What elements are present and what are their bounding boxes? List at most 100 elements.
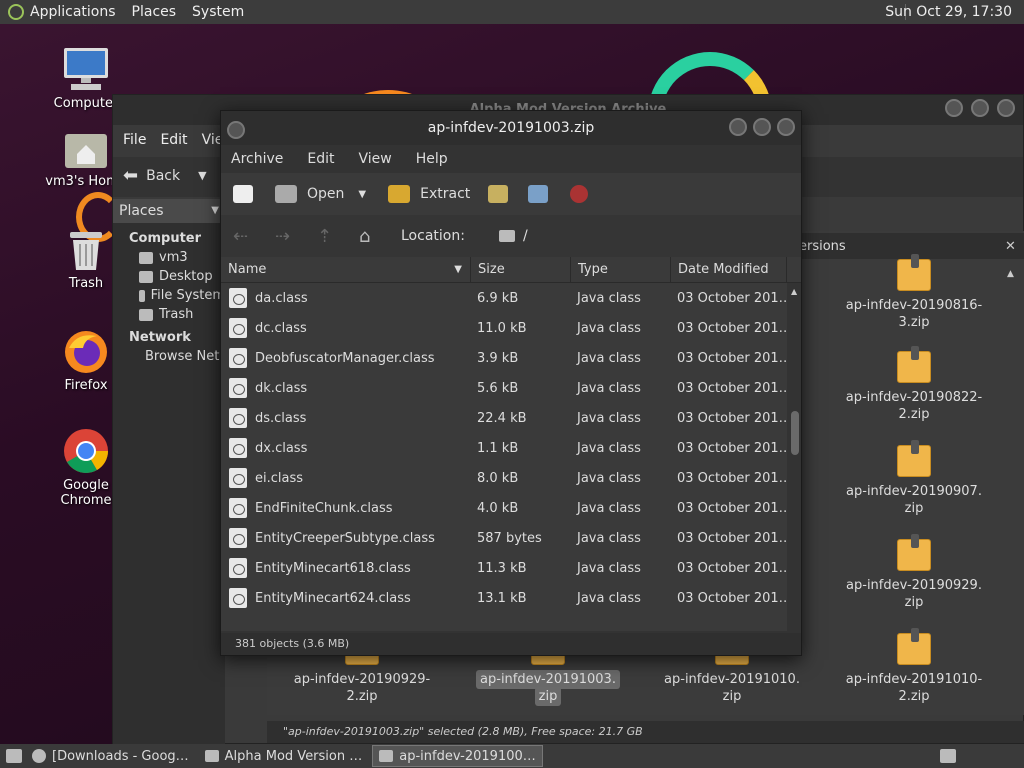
sidebar-item-vm3[interactable]: vm3 (139, 250, 225, 265)
show-desktop-icon[interactable] (6, 749, 22, 763)
add-files-icon[interactable] (488, 185, 509, 203)
cell-name: EntityMinecart618.class (221, 558, 471, 578)
up-arrow-icon[interactable]: ⇡ (317, 226, 359, 247)
table-row[interactable]: ds.class 22.4 kB Java class 03 October 201… (221, 403, 787, 433)
table-row[interactable]: dx.class 1.1 kB Java class 03 October 201… (221, 433, 787, 463)
cell-size: 11.3 kB (477, 560, 527, 576)
table-row[interactable]: ei.class 8.0 kB Java class 03 October 201… (221, 463, 787, 493)
cell-date: 03 October 201… (677, 440, 787, 456)
title-bar[interactable]: ap-infdev-20191003.zip (221, 111, 801, 145)
minimize-button[interactable] (729, 118, 747, 136)
sidebar-item-file-system[interactable]: File System (139, 288, 225, 303)
table-row[interactable]: EntityCreeperSubtype.class 587 bytes Java … (221, 523, 787, 553)
sidebar-item-label: Desktop (159, 269, 213, 284)
zip-file-item[interactable]: ap-infdev-20191010- 2.zip (839, 628, 989, 705)
column-type[interactable]: Type (571, 256, 671, 283)
cell-type: Java class (577, 410, 641, 426)
drive-icon (139, 289, 145, 302)
os-logo-icon[interactable] (8, 4, 24, 20)
location-path[interactable]: / (523, 228, 528, 244)
tab-close-icon[interactable]: ✕ (1005, 239, 1016, 254)
maximize-button[interactable] (753, 118, 771, 136)
sidebar-item-browse-network[interactable]: Browse Network (139, 349, 251, 364)
forward-arrow-icon[interactable]: ⇢ (275, 226, 317, 247)
file-name: EntityCreeperSubtype.class (255, 530, 435, 546)
file-name-line2: zip (904, 501, 924, 516)
clock[interactable]: Sun Oct 29, 17:30 (885, 4, 1012, 20)
cell-size: 22.4 kB (477, 410, 527, 426)
table-row[interactable]: EndFiniteChunk.class 4.0 kB Java class 03 O… (221, 493, 787, 523)
menu-edit[interactable]: Edit (160, 132, 187, 148)
zip-file-item[interactable]: ap-infdev-20190816- 3.zip (839, 254, 989, 331)
system-menu[interactable]: System (192, 4, 244, 20)
file-name: da.class (255, 290, 308, 306)
close-button[interactable] (777, 118, 795, 136)
desktop-icon (139, 270, 153, 283)
column-date-modified[interactable]: Date Modified (671, 256, 787, 283)
sidebar-item-trash[interactable]: Trash (139, 307, 225, 322)
table-row[interactable]: dk.class 5.6 kB Java class 03 October 201… (221, 373, 787, 403)
open-archive-icon[interactable] (275, 185, 297, 203)
file-name: DeobfuscatorManager.class (255, 350, 435, 366)
cell-type: Java class (577, 500, 641, 516)
open-button[interactable]: Open (307, 186, 344, 202)
applications-menu[interactable]: Applications (30, 4, 116, 20)
cell-date: 03 October 201… (677, 380, 787, 396)
cell-name: dc.class (221, 318, 471, 338)
scroll-up-icon[interactable]: ▲ (791, 287, 797, 296)
tab-versions[interactable]: ersions (799, 239, 846, 254)
table-row[interactable]: dc.class 11.0 kB Java class 03 October 201… (221, 313, 787, 343)
zip-file-item[interactable]: ap-infdev-20190907. zip (839, 440, 989, 517)
menu-archive[interactable]: Archive (231, 151, 283, 167)
zip-file-item[interactable]: ap-infdev-20190822- 2.zip (839, 346, 989, 423)
home-icon[interactable]: ⌂ (359, 226, 401, 247)
file-name-line1: ap-infdev-20191010. (664, 672, 800, 687)
maximize-button[interactable] (971, 99, 989, 117)
stop-icon[interactable] (570, 185, 589, 203)
home-folder-icon (65, 134, 107, 168)
menu-file[interactable]: File (123, 132, 146, 148)
file-name-line1: ap-infdev-20191010- (845, 672, 983, 687)
cell-date: 03 October 201… (677, 290, 787, 306)
table-row[interactable]: EntityMinecart618.class 11.3 kB Java class… (221, 553, 787, 583)
table-row[interactable]: da.class 6.9 kB Java class 03 October 201… (221, 283, 787, 313)
menu-help[interactable]: Help (416, 151, 448, 167)
taskbar-item-file-manager[interactable]: Alpha Mod Version … (199, 745, 369, 767)
back-label: Back (146, 167, 181, 184)
taskbar-item-chrome[interactable]: [Downloads - Goog… (26, 745, 195, 767)
file-list[interactable]: da.class 6.9 kB Java class 03 October 201… d… (221, 283, 787, 631)
archive-manager-window[interactable]: ap-infdev-20191003.zip Archive Edit View… (220, 110, 802, 656)
menu-view[interactable]: View (359, 151, 392, 167)
cell-date: 03 October 201… (677, 560, 787, 576)
cell-size: 1.1 kB (477, 440, 519, 456)
file-list-scrollbar[interactable]: ▲ (789, 283, 801, 631)
window-menu-button[interactable] (227, 118, 245, 152)
places-menu[interactable]: Places (132, 4, 177, 20)
close-button[interactable] (997, 99, 1015, 117)
scrollbar-thumb[interactable] (791, 411, 799, 455)
back-arrow-icon[interactable]: ⇠ (233, 226, 275, 247)
back-button[interactable]: ⬅ Back ▼ (123, 165, 207, 186)
extract-button[interactable]: Extract (420, 186, 470, 202)
sidebar-item-desktop[interactable]: Desktop (139, 269, 225, 284)
column-name[interactable]: Name ▼ (221, 256, 471, 283)
sidebar-header[interactable]: Places ▼ (113, 199, 225, 223)
cell-type: Java class (577, 320, 641, 336)
menu-edit[interactable]: Edit (307, 151, 334, 167)
new-archive-icon[interactable] (233, 185, 253, 203)
sort-arrow-icon: ▼ (454, 263, 462, 275)
file-view-scrollbar[interactable]: ▲ (1007, 265, 1021, 705)
extract-icon[interactable] (388, 185, 411, 203)
dropdown-arrow-icon[interactable]: ▼ (198, 169, 206, 182)
taskbar-item-archive-manager[interactable]: ap-infdev-2019100… (372, 745, 543, 767)
workspace-switcher-icon[interactable] (940, 749, 956, 763)
zip-file-item[interactable]: ap-infdev-20190929. zip (839, 534, 989, 611)
table-row[interactable]: EntityMinecart624.class 13.1 kB Java class… (221, 583, 787, 613)
minimize-button[interactable] (945, 99, 963, 117)
add-folder-icon[interactable] (528, 185, 549, 203)
open-dropdown-icon[interactable]: ▼ (358, 189, 366, 200)
column-size[interactable]: Size (471, 256, 571, 283)
scroll-up-icon[interactable]: ▲ (1007, 269, 1014, 279)
table-row[interactable]: DeobfuscatorManager.class 3.9 kB Java clas… (221, 343, 787, 373)
location-bar: ⇠ ⇢ ⇡ ⌂ Location: / (221, 215, 801, 257)
